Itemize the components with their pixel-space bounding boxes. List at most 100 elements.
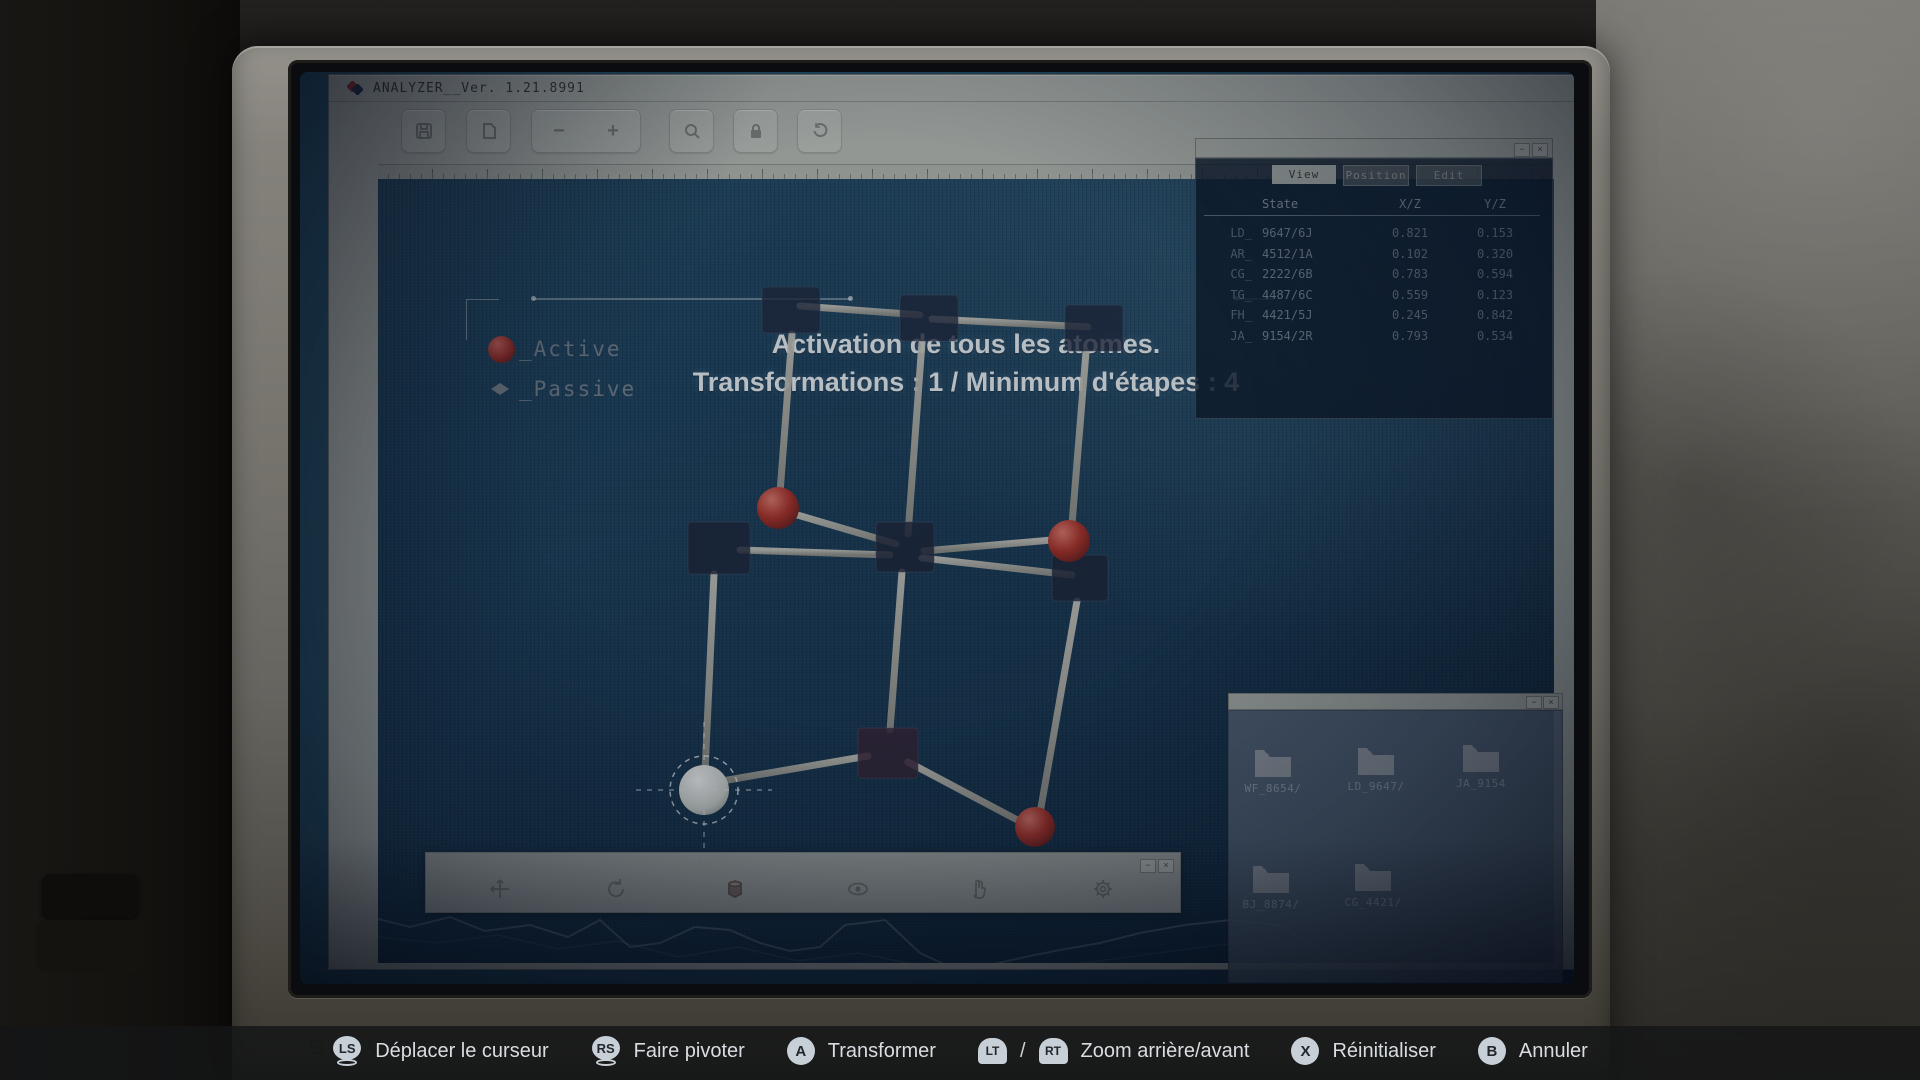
folder-label: BJ_8874/ xyxy=(1242,898,1300,911)
table-row: FH_ 4421/5J 0.245 0.842 xyxy=(1206,305,1536,326)
folder-item[interactable]: BJ_8874/ xyxy=(1231,863,1311,911)
folder-label: JA_9154 xyxy=(1456,777,1506,790)
row-id: JA_ xyxy=(1230,328,1252,343)
tab-view[interactable]: View xyxy=(1272,165,1336,184)
row-id: FH_ xyxy=(1230,308,1252,323)
row-id: TG_ xyxy=(1230,287,1252,302)
gear-icon xyxy=(1094,880,1112,898)
folder-item[interactable]: JA_9154 xyxy=(1441,742,1521,790)
row-state: 4487/6C xyxy=(1262,287,1313,302)
search-icon xyxy=(684,124,700,139)
folder-icon xyxy=(1255,750,1291,777)
measure-line xyxy=(531,296,853,301)
search-button[interactable] xyxy=(669,109,714,153)
row-state: 9154/2R xyxy=(1262,328,1313,343)
state-panel-tabs: View Position Edit xyxy=(1272,165,1482,186)
col-state: State xyxy=(1262,197,1299,211)
game-scene: ANALYZER__Ver. 1.21.8991 − + _Active _Pa… xyxy=(0,0,1920,1080)
rotate-tool-button[interactable] xyxy=(604,877,628,901)
reset-button[interactable] xyxy=(797,109,842,153)
hint-rotate: RS Faire pivoter xyxy=(591,1036,745,1066)
lock-icon xyxy=(750,124,761,138)
row-yz: 0.320 xyxy=(1476,246,1514,261)
hand-icon xyxy=(973,879,986,899)
row-state: 4512/1A xyxy=(1262,246,1313,261)
folder-window-titlebar[interactable]: − × xyxy=(1228,693,1563,710)
left-stick-icon: LS xyxy=(332,1036,362,1066)
x-button-icon: X xyxy=(1291,1037,1320,1065)
settings-tool-button[interactable] xyxy=(1091,877,1115,901)
table-row: TG_ 4487/6C 0.559 0.123 xyxy=(1206,285,1536,306)
close-button[interactable]: × xyxy=(1543,696,1559,709)
control-hints: LS Déplacer le curseur RS Faire pivoter … xyxy=(0,1036,1920,1066)
reset-icon xyxy=(813,123,827,138)
row-state: 9647/6J xyxy=(1262,226,1313,241)
row-yz: 0.842 xyxy=(1476,308,1514,323)
hint-label: Faire pivoter xyxy=(633,1039,745,1062)
hint-label: Zoom arrière/avant xyxy=(1080,1039,1250,1062)
tab-position[interactable]: Position xyxy=(1343,165,1409,186)
cube-tool-button[interactable] xyxy=(723,877,747,901)
table-row: AR_ 4512/1A 0.102 0.320 xyxy=(1206,244,1536,265)
close-button[interactable]: × xyxy=(1158,859,1174,873)
zoom-in-icon[interactable]: + xyxy=(607,120,619,143)
a-button-icon: A xyxy=(786,1037,815,1065)
row-id: CG_ xyxy=(1230,267,1252,282)
slash-separator: / xyxy=(1019,1039,1026,1062)
state-panel-titlebar[interactable]: − × xyxy=(1195,138,1553,158)
zoom-buttons[interactable]: − + xyxy=(531,109,641,153)
table-divider xyxy=(1204,215,1540,216)
weight-object xyxy=(36,868,154,980)
folder-item[interactable]: WF_8654/ xyxy=(1233,747,1313,795)
hint-transform: A Transformer xyxy=(786,1037,936,1065)
table-row: LD_ 9647/6J 0.821 0.153 xyxy=(1206,223,1536,244)
minimize-button[interactable]: − xyxy=(1140,859,1156,873)
row-yz: 0.594 xyxy=(1476,267,1514,282)
new-document-button[interactable] xyxy=(466,109,511,153)
folder-label: WF_8654/ xyxy=(1244,782,1302,795)
state-panel-window: − × View Position Edit State X/Z Y/Z LD_… xyxy=(1195,138,1553,419)
tool-window: − × xyxy=(425,852,1181,913)
state-table-header: State X/Z Y/Z xyxy=(1206,197,1536,211)
hint-zoom: LT / RT Zoom arrière/avant xyxy=(977,1038,1250,1064)
folder-item[interactable]: LD_9647/ xyxy=(1336,745,1416,793)
minimize-button[interactable]: − xyxy=(1526,696,1542,709)
hand-tool-button[interactable] xyxy=(967,877,991,901)
folder-window-body: WF_8654/ LD_9647/ JA_9154 BJ_8874/ CG_44… xyxy=(1228,710,1563,983)
hint-cancel: B Annuler xyxy=(1477,1037,1588,1065)
lt-button-icon: LT xyxy=(977,1038,1007,1064)
row-yz: 0.123 xyxy=(1476,287,1514,302)
row-yz: 0.153 xyxy=(1476,226,1514,241)
row-xz: 0.793 xyxy=(1391,328,1429,343)
hint-label: Réinitialiser xyxy=(1332,1039,1436,1062)
move-tool-button[interactable] xyxy=(488,877,512,901)
wall-right xyxy=(1596,0,1920,1080)
close-button[interactable]: × xyxy=(1532,143,1548,157)
row-id: LD_ xyxy=(1230,226,1252,241)
minimize-button[interactable]: − xyxy=(1514,143,1530,157)
hint-move-cursor: LS Déplacer le curseur xyxy=(332,1036,549,1066)
row-xz: 0.783 xyxy=(1391,267,1429,282)
state-table-rows: LD_ 9647/6J 0.821 0.153 AR_ 4512/1A 0.10… xyxy=(1206,223,1536,346)
analyzer-title: ANALYZER__Ver. 1.21.8991 xyxy=(373,80,585,96)
table-row: CG_ 2222/6B 0.783 0.594 xyxy=(1206,264,1536,285)
zoom-out-icon[interactable]: − xyxy=(553,120,565,143)
eye-tool-button[interactable] xyxy=(846,877,870,901)
analyzer-titlebar: ANALYZER__Ver. 1.21.8991 xyxy=(329,75,1574,102)
state-panel-body: View Position Edit State X/Z Y/Z LD_ 964… xyxy=(1195,158,1553,419)
row-xz: 0.102 xyxy=(1391,246,1429,261)
lock-button[interactable] xyxy=(733,109,778,153)
save-button[interactable] xyxy=(401,109,446,153)
folder-item[interactable]: CG_4421/ xyxy=(1333,861,1413,909)
analyzer-logo-icon xyxy=(346,80,365,96)
document-icon xyxy=(482,123,496,139)
row-yz: 0.534 xyxy=(1476,328,1514,343)
folder-icon xyxy=(1253,866,1289,893)
row-xz: 0.559 xyxy=(1391,287,1429,302)
crt-screen: ANALYZER__Ver. 1.21.8991 − + _Active _Pa… xyxy=(300,72,1574,984)
row-state: 4421/5J xyxy=(1262,308,1313,323)
row-xz: 0.821 xyxy=(1391,226,1429,241)
tab-edit[interactable]: Edit xyxy=(1416,165,1482,186)
folder-icon xyxy=(1358,748,1394,775)
table-row: JA_ 9154/2R 0.793 0.534 xyxy=(1206,326,1536,347)
